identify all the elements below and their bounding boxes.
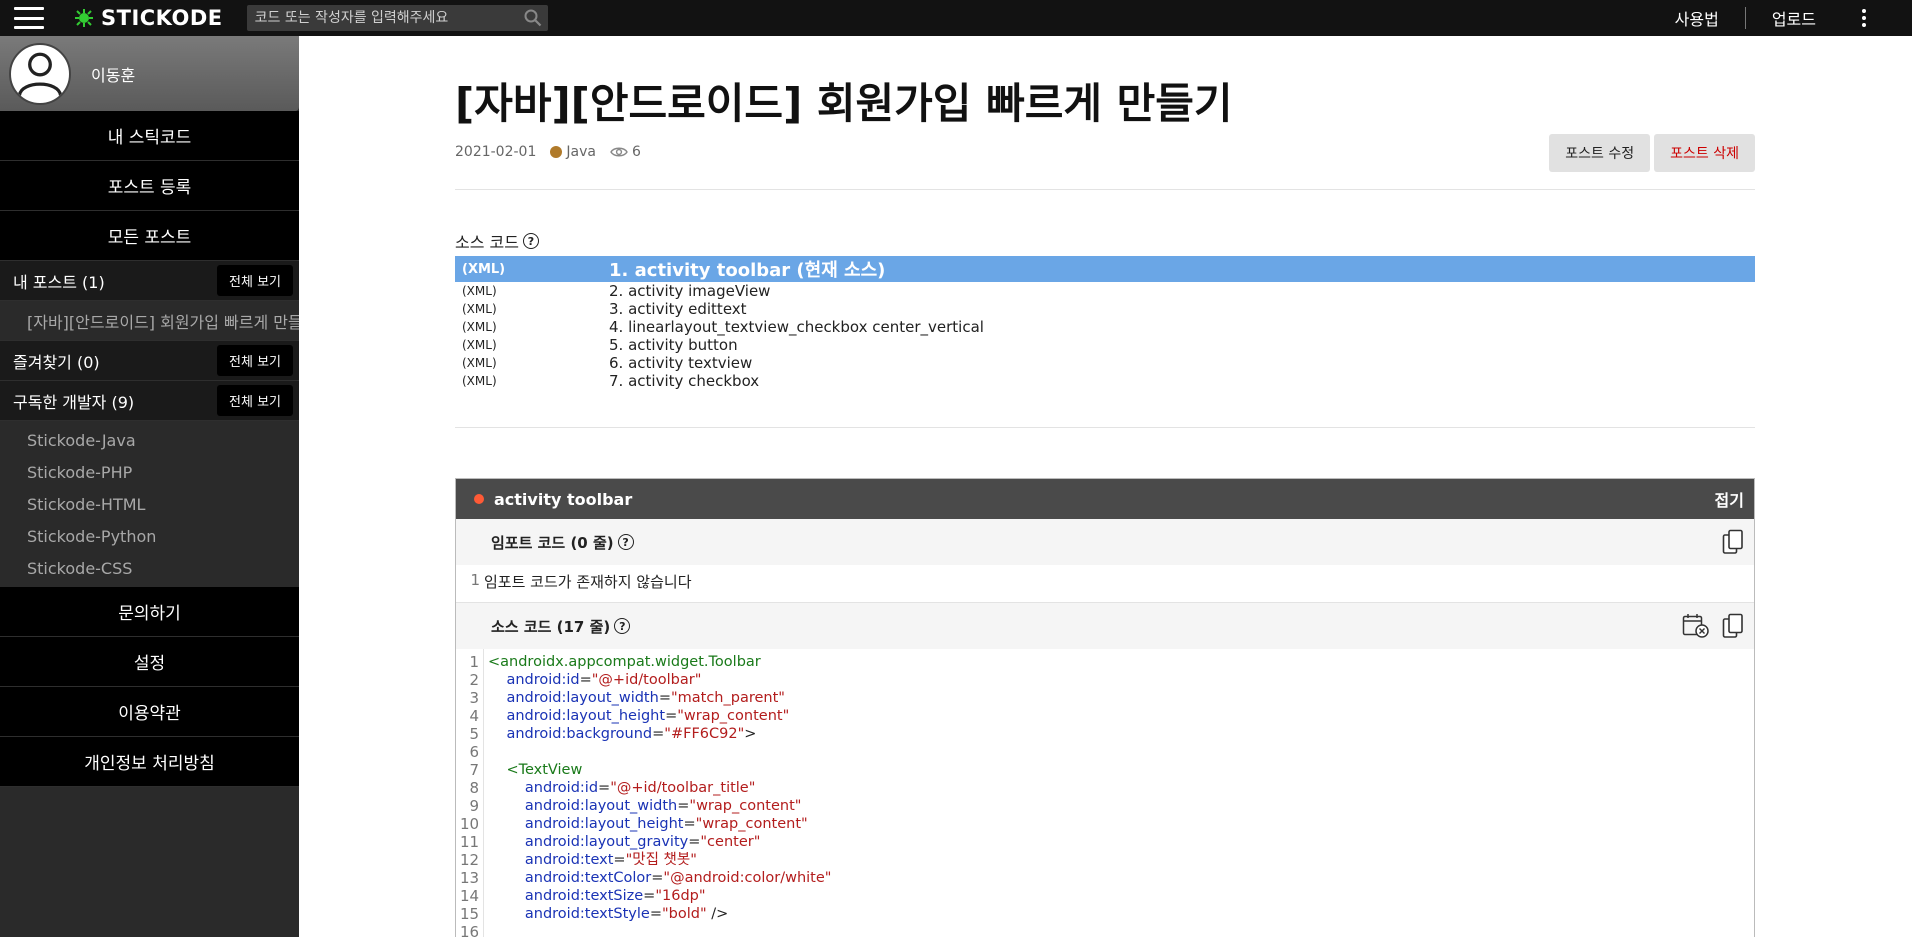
menu-privacy[interactable]: 개인정보 처리방침 [0,737,299,787]
source-item[interactable]: (XML) 4. linearlayout_textview_checkbox … [455,318,1755,336]
subscribed-dev-item[interactable]: Stickode-PHP [0,456,299,488]
my-posts-header: 내 포스트 (1) 전체 보기 [0,261,299,301]
profile-name: 이동훈 [91,65,136,85]
source-lang: (XML) [462,302,497,316]
source-lang: (XML) [462,338,497,352]
subscribed-dev-item[interactable]: Stickode-HTML [0,488,299,520]
menu-settings[interactable]: 설정 [0,637,299,687]
line-number: 1 [470,571,480,589]
my-posts-view-all-button[interactable]: 전체 보기 [217,265,293,296]
post-date: 2021-02-01 [455,144,537,160]
logo-text: STICKODE [101,6,223,30]
copy-icon[interactable] [1722,613,1744,639]
language-dot-icon [550,146,563,158]
source-item[interactable]: (XML) 7. activity checkbox [455,372,1755,390]
search-icon[interactable] [518,9,548,27]
favorites-title: 즐겨찾기 (0) [13,352,100,372]
status-dot-icon [474,494,484,504]
source-lang: (XML) [462,320,497,334]
menu-contact[interactable]: 문의하기 [0,587,299,637]
divider [1744,7,1746,29]
menu-icon[interactable] [14,7,44,29]
upload-link[interactable]: 업로드 [1772,6,1816,30]
menu-post-register[interactable]: 포스트 등록 [0,161,299,211]
calendar-close-icon[interactable] [1682,613,1710,639]
source-code-label: 소스 코드 ? [455,229,539,253]
post-actions: 포스트 수정 포스트 삭제 [1549,134,1755,172]
import-code-body: 1 임포트 코드가 존재하지 않습니다 [456,565,1754,603]
source-name: 2. activity imageView [609,282,771,300]
subscribed-view-all-button[interactable]: 전체 보기 [217,385,293,416]
fold-button[interactable]: 접기 [1715,487,1744,511]
logo[interactable]: STICKODE [74,6,223,30]
help-icon[interactable]: ? [617,534,634,550]
source-name: 4. linearlayout_textview_checkbox center… [609,318,984,336]
usage-link[interactable]: 사용법 [1675,6,1719,30]
code-panel-title: activity toolbar [494,489,633,509]
source-code-label-text: 소스 코드 [455,233,519,252]
source-item[interactable]: (XML) 5. activity button [455,336,1755,354]
code-panel: activity toolbar 접기 임포트 코드 (0 줄) ? 1 임포트… [455,478,1755,937]
import-code-text: 임포트 코드가 존재하지 않습니다 [484,573,692,591]
source-item[interactable]: (XML) 1. activity toolbar (현재 소스) [455,256,1755,282]
source-name: 5. activity button [609,336,738,354]
post-language[interactable]: Java [566,144,596,160]
profile-card[interactable]: 이동훈 [0,36,299,111]
favorites-header: 즐겨찾기 (0) 전체 보기 [0,341,299,381]
more-vert-icon[interactable] [1862,9,1866,27]
post-views: 6 [631,144,641,160]
source-name: 1. activity toolbar (현재 소스) [609,260,886,281]
my-posts-title: 내 포스트 (1) [13,272,105,292]
menu-terms[interactable]: 이용약관 [0,687,299,737]
source-code-header: 소스 코드 (17 줄) ? [456,603,1754,649]
subscribed-title: 구독한 개발자 (9) [13,392,135,412]
my-post-item[interactable]: [자바][안드로이드] 회원가입 빠르게 만들기 [0,301,299,341]
source-item[interactable]: (XML) 2. activity imageView [455,282,1755,300]
menu-all-posts[interactable]: 모든 포스트 [0,211,299,261]
line-numbers: 1 2 3 4 5 6 7 8 9 10 11 12 13 14 15 16 [456,649,484,937]
avatar-icon [9,42,71,105]
subscribed-dev-item[interactable]: Stickode-Java [0,424,299,456]
subscribed-dev-item[interactable]: Stickode-CSS [0,552,299,584]
post-meta: 2021-02-01 Java 6 [455,144,641,160]
eye-icon [610,147,628,157]
help-icon[interactable]: ? [522,233,539,249]
search-input[interactable] [246,5,518,31]
help-icon[interactable]: ? [614,618,631,634]
subscribed-list: Stickode-Java Stickode-PHP Stickode-HTML… [0,421,299,587]
post-title: [자바][안드로이드] 회원가입 빠르게 만들기 [455,79,1233,128]
source-name: 7. activity checkbox [609,372,760,390]
divider [455,427,1755,428]
source-name: 3. activity edittext [609,300,747,318]
source-item[interactable]: (XML) 6. activity textview [455,354,1755,372]
top-bar: STICKODE 사용법 업로드 [0,0,1912,36]
source-code-count-label: 소스 코드 (17 줄) [491,617,611,636]
code-panel-header: activity toolbar 접기 [456,479,1754,519]
code-content[interactable]: <androidx.appcompat.widget.Toolbar andro… [484,649,831,937]
import-code-header: 임포트 코드 (0 줄) ? [456,519,1754,565]
source-lang: (XML) [462,374,497,388]
sidebar: 이동훈 내 스틱코드 포스트 등록 모든 포스트 내 포스트 (1) 전체 보기… [0,36,299,937]
source-lang: (XML) [462,261,506,277]
source-name: 6. activity textview [609,354,753,372]
edit-post-button[interactable]: 포스트 수정 [1549,134,1651,172]
source-code-body: 1 2 3 4 5 6 7 8 9 10 11 12 13 14 15 16 <… [456,649,1754,937]
source-list: (XML) 1. activity toolbar (현재 소스) (XML) … [455,256,1755,390]
subscribed-dev-item[interactable]: Stickode-Python [0,520,299,552]
source-lang: (XML) [462,284,497,298]
divider [455,189,1755,190]
subscribed-header: 구독한 개발자 (9) 전체 보기 [0,381,299,421]
import-code-label: 임포트 코드 (0 줄) [491,533,614,552]
search-box [246,5,548,31]
menu-my-stickode[interactable]: 내 스틱코드 [0,111,299,161]
delete-post-button[interactable]: 포스트 삭제 [1654,134,1755,172]
copy-icon[interactable] [1722,529,1744,555]
source-lang: (XML) [462,356,497,370]
source-item[interactable]: (XML) 3. activity edittext [455,300,1755,318]
favorites-view-all-button[interactable]: 전체 보기 [217,345,293,376]
main-content: [자바][안드로이드] 회원가입 빠르게 만들기 2021-02-01 Java… [299,36,1912,937]
bug-logo-icon [75,9,93,27]
